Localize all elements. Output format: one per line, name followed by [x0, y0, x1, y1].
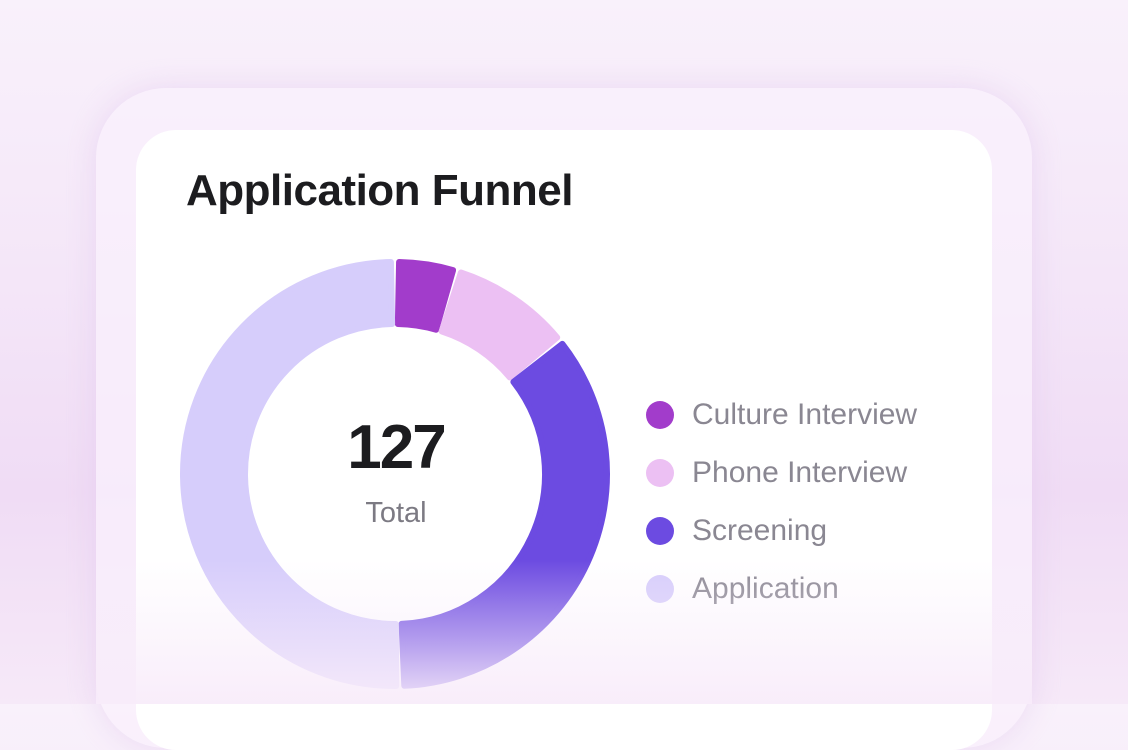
legend-swatch [646, 459, 674, 487]
chart-legend: Culture Interview Phone Interview Screen… [646, 386, 917, 618]
total-value: 127 [347, 413, 446, 482]
legend-label: Phone Interview [692, 456, 908, 489]
total-label: Total [365, 497, 427, 529]
legend-swatch [646, 517, 674, 545]
legend-label: Screening [692, 514, 828, 547]
legend-item-screening: Screening [646, 502, 917, 560]
legend-item-culture-interview: Culture Interview [646, 386, 917, 444]
legend-item-application: Application [646, 560, 917, 618]
legend-swatch [646, 401, 674, 429]
legend-label: Culture Interview [692, 398, 918, 431]
donut-chart [180, 259, 610, 689]
legend-item-phone-interview: Phone Interview [646, 444, 917, 502]
legend-swatch [646, 575, 674, 603]
legend-label: Application [692, 572, 839, 605]
